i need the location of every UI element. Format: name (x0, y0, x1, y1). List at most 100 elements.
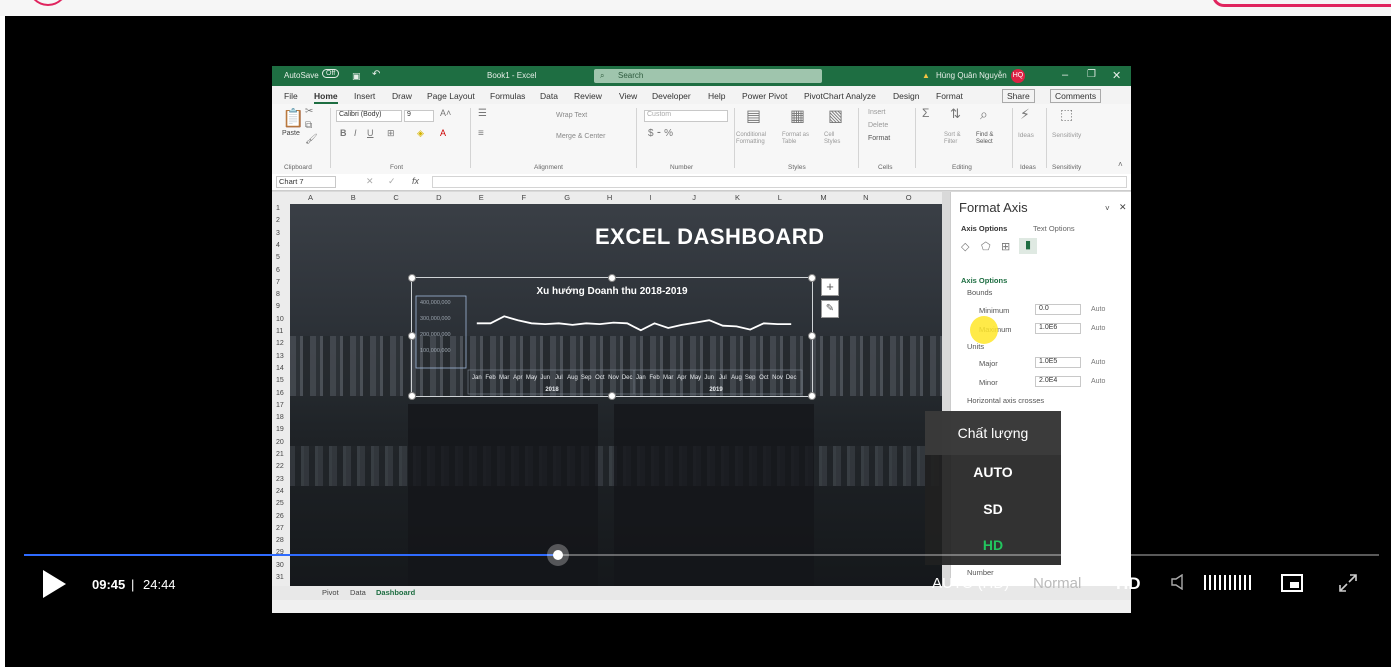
tab-power-pivot[interactable]: Power Pivot (742, 91, 787, 101)
column-header[interactable]: K (735, 193, 740, 202)
sheet-tab-pivot[interactable]: Pivot (322, 588, 339, 597)
search-box[interactable]: ⌕ Search (594, 69, 822, 83)
minimum-input[interactable]: 0.0 (1035, 304, 1081, 315)
column-header[interactable]: D (436, 193, 441, 202)
row-header[interactable]: 16 (276, 390, 284, 397)
row-header[interactable]: 27 (276, 525, 284, 532)
row-header[interactable]: 14 (276, 365, 284, 372)
borders-icon[interactable]: ⊞ (387, 128, 395, 139)
row-header[interactable]: 17 (276, 402, 284, 409)
quality-button[interactable]: AUTO (HD) (932, 575, 1009, 592)
column-header[interactable]: N (863, 193, 868, 202)
column-header[interactable]: B (351, 193, 356, 202)
minimize-icon[interactable]: – (1062, 69, 1068, 81)
chart-resize-handle[interactable] (408, 274, 416, 282)
insert-cells-button[interactable]: Insert (868, 109, 886, 116)
currency-icon[interactable]: $ ⁃ % (648, 128, 673, 139)
tab-page-layout[interactable]: Page Layout (427, 91, 475, 101)
chart-resize-handle[interactable] (408, 392, 416, 400)
collapse-ribbon-icon[interactable]: ˄ (1118, 160, 1123, 169)
column-header[interactable]: G (564, 193, 570, 202)
effects-icon[interactable]: ⬠ (981, 240, 991, 253)
format-painter-icon[interactable]: 🖌 (305, 134, 318, 145)
sort-filter-button[interactable]: Sort & Filter (944, 132, 972, 146)
close-icon[interactable]: ✕ (1112, 69, 1121, 82)
sheet-tab-dashboard[interactable]: Dashboard (376, 588, 415, 597)
row-header[interactable]: 28 (276, 537, 284, 544)
fill-line-icon[interactable]: ◇ (961, 240, 969, 253)
row-header[interactable]: 24 (276, 488, 284, 495)
cut-icon[interactable]: ✂ (305, 106, 313, 117)
quality-option-auto[interactable]: AUTO (925, 464, 1061, 480)
cancel-icon[interactable]: ✕ (366, 176, 374, 187)
column-header[interactable]: M (820, 193, 826, 202)
revenue-series-line[interactable] (476, 315, 792, 332)
delete-cells-button[interactable]: Delete (868, 122, 888, 129)
pane-options-icon[interactable]: ˅ (1105, 204, 1110, 213)
restore-icon[interactable]: ❐ (1087, 69, 1096, 80)
minimum-auto-button[interactable]: Auto (1091, 306, 1105, 313)
minor-auto-button[interactable]: Auto (1091, 378, 1105, 385)
format-as-table-button[interactable]: Format as Table (782, 132, 818, 146)
pane-close-icon[interactable]: ✕ (1119, 202, 1127, 213)
size-properties-icon[interactable]: ⊞ (1001, 240, 1010, 253)
progress-scrubber[interactable] (546, 544, 569, 566)
row-header[interactable]: 7 (276, 279, 280, 286)
align-top-icon[interactable]: ☰ (478, 108, 487, 119)
chart-resize-handle[interactable] (408, 332, 416, 340)
row-header[interactable]: 11 (276, 328, 283, 335)
row-header[interactable]: 18 (276, 414, 284, 421)
column-header[interactable]: A (308, 193, 313, 202)
major-input[interactable]: 1.0E5 (1035, 357, 1081, 368)
tab-formulas[interactable]: Formulas (490, 91, 525, 101)
sheet-tab-data[interactable]: Data (350, 588, 366, 597)
tab-home[interactable]: Home (314, 91, 338, 104)
tab-developer[interactable]: Developer (652, 91, 691, 101)
header-action-button[interactable] (1212, 0, 1391, 7)
tab-file[interactable]: File (284, 91, 298, 101)
row-header[interactable]: 22 (276, 463, 284, 470)
site-logo[interactable] (28, 0, 68, 6)
row-header[interactable]: 4 (276, 242, 280, 249)
increase-font-icon[interactable]: A˄ (440, 108, 451, 118)
row-header[interactable]: 19 (276, 426, 284, 433)
axis-options-icon[interactable]: ▮ (1019, 238, 1037, 254)
insert-function-icon[interactable]: fx (412, 176, 419, 186)
align-left-icon[interactable]: ≡ (478, 128, 484, 139)
fullscreen-icon[interactable] (1338, 573, 1358, 593)
chart-resize-handle[interactable] (808, 392, 816, 400)
quality-option-sd[interactable]: SD (925, 501, 1061, 517)
chart-resize-handle[interactable] (808, 274, 816, 282)
row-header[interactable]: 5 (276, 254, 280, 261)
autosave-toggle[interactable]: Off (322, 69, 340, 78)
name-box[interactable]: Chart 7 (276, 176, 336, 188)
paste-icon[interactable]: 📋 (282, 108, 304, 129)
format-cells-button[interactable]: Format (868, 135, 890, 142)
cell-styles-button[interactable]: Cell Styles (824, 132, 852, 146)
comments-button[interactable]: Comments (1050, 89, 1102, 103)
row-header[interactable]: 31 (276, 574, 284, 581)
tab-insert[interactable]: Insert (354, 91, 375, 101)
x-axis-area[interactable] (467, 369, 803, 395)
volume-slider[interactable] (1204, 575, 1254, 590)
tab-view[interactable]: View (619, 91, 637, 101)
tab-draw[interactable]: Draw (392, 91, 412, 101)
tab-axis-options[interactable]: Axis Options (961, 224, 1007, 233)
user-avatar[interactable]: HQ (1011, 69, 1025, 83)
sensitivity-icon[interactable]: ⬚ (1060, 106, 1073, 123)
font-name-select[interactable]: Calibri (Body) (336, 110, 402, 122)
merge-center-button[interactable]: Merge & Center (556, 133, 605, 140)
row-header[interactable]: 26 (276, 513, 284, 520)
maximum-input[interactable]: 1.0E6 (1035, 323, 1081, 334)
chart-resize-handle[interactable] (608, 274, 616, 282)
row-header[interactable]: 15 (276, 377, 284, 384)
tab-format[interactable]: Format (936, 91, 963, 101)
find-select-icon[interactable]: ⌕ (980, 106, 988, 123)
undo-icon[interactable]: ↶ (372, 69, 380, 80)
major-auto-button[interactable]: Auto (1091, 359, 1105, 366)
tab-design[interactable]: Design (893, 91, 919, 101)
find-select-button[interactable]: Find & Select (976, 132, 1006, 146)
tab-pivotchart-analyze[interactable]: PivotChart Analyze (804, 91, 876, 101)
minor-input[interactable]: 2.0E4 (1035, 376, 1081, 387)
column-header[interactable]: F (522, 193, 527, 202)
